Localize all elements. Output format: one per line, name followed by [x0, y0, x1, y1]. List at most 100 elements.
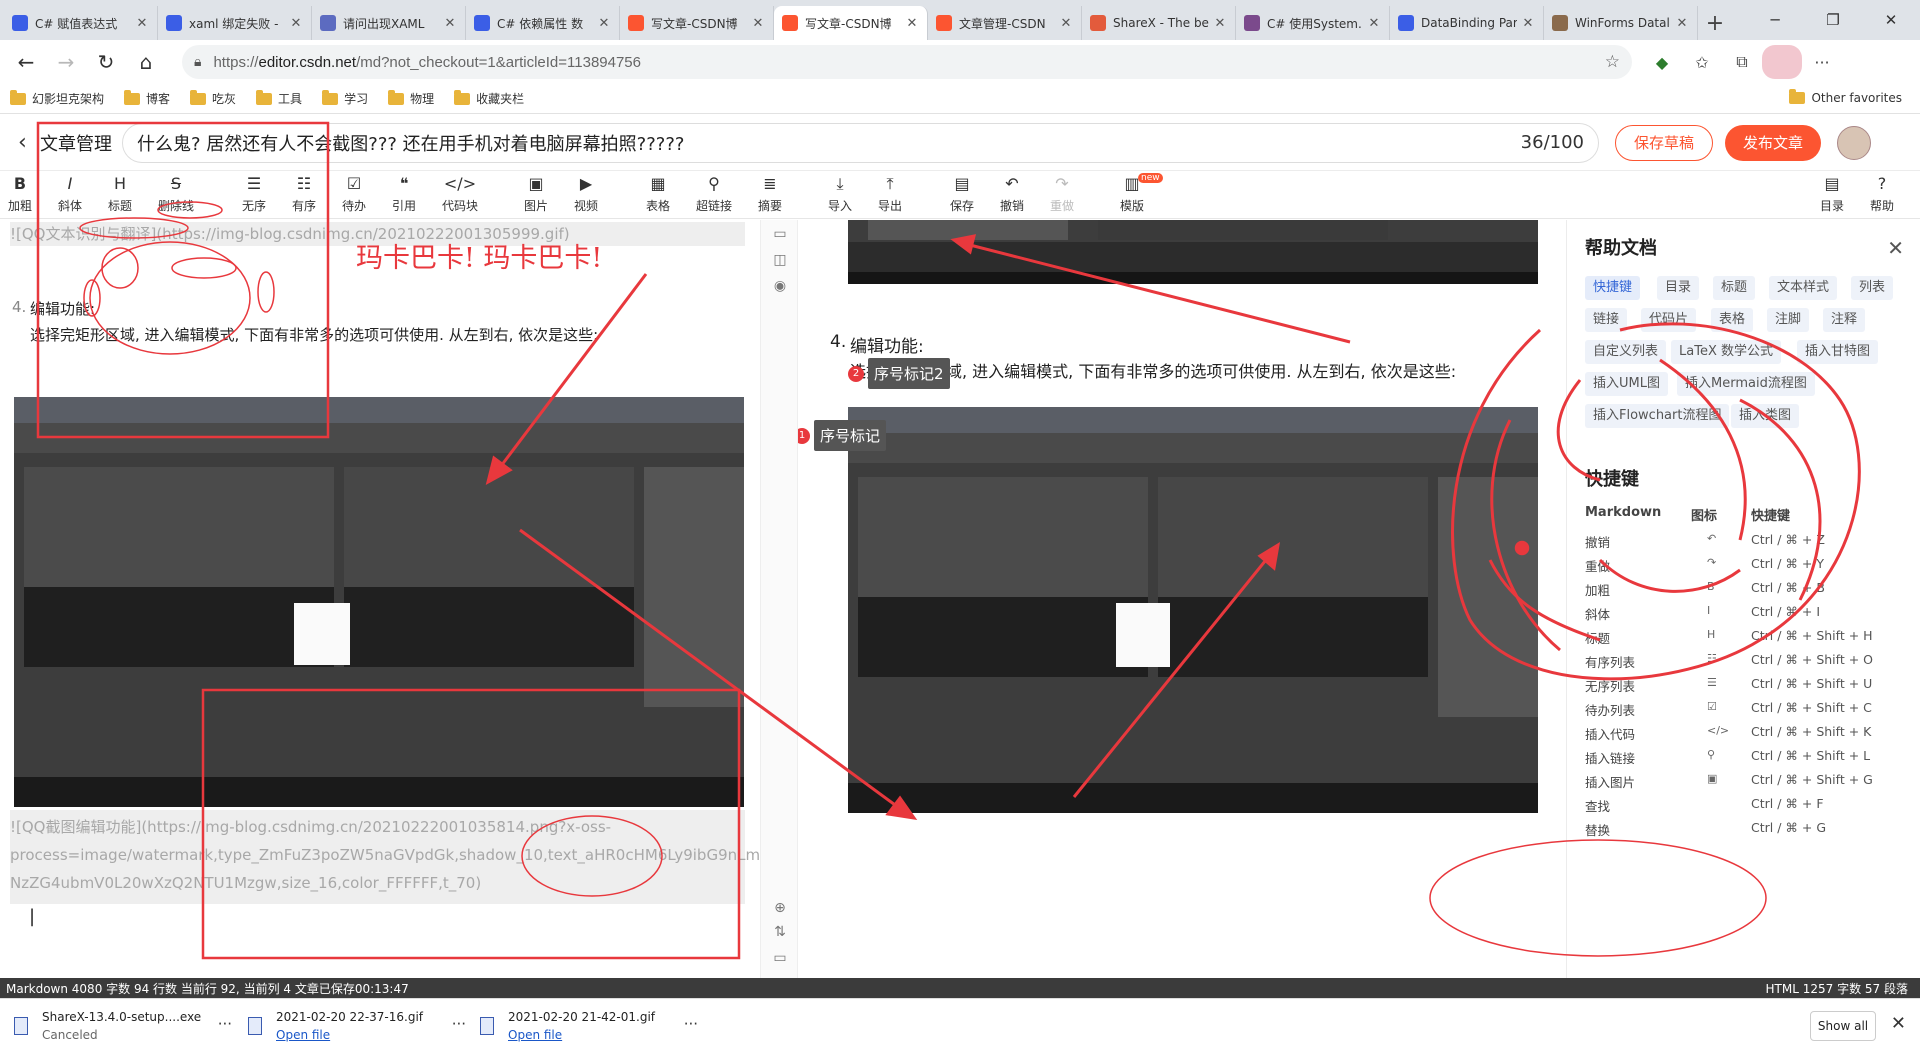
other-favorites[interactable]: Other favorites: [1789, 89, 1902, 105]
redo-button[interactable]: ↷ 重做: [1038, 173, 1086, 214]
code-block-button[interactable]: </> 代码块: [436, 173, 484, 214]
close-tab-icon[interactable]: ✕: [905, 16, 919, 31]
help-chip[interactable]: 链接: [1585, 308, 1628, 332]
close-window-icon[interactable]: ✕: [1862, 0, 1920, 40]
open-file-link[interactable]: Open file: [508, 1028, 562, 1042]
new-tab-button[interactable]: +: [1698, 6, 1732, 40]
quote-button[interactable]: ❝ 引用: [380, 173, 428, 214]
collections-icon[interactable]: ⧉: [1722, 45, 1762, 79]
bookmark-folder[interactable]: 学习: [322, 89, 368, 107]
table-button[interactable]: ▦ 表格: [634, 173, 682, 214]
bookmark-folder[interactable]: 幻影坦克架构: [10, 89, 104, 107]
browser-tab[interactable]: ShareX - The be ✕: [1082, 6, 1236, 40]
ordered-list-button[interactable]: ☷ 有序: [280, 173, 328, 214]
import-button[interactable]: ⤓ 导入: [816, 173, 864, 214]
profile-avatar[interactable]: [1762, 45, 1802, 79]
forward-arrow-icon[interactable]: →: [48, 44, 84, 80]
close-download-bar-icon[interactable]: ✕: [1891, 1013, 1906, 1034]
heading-button[interactable]: H 标题: [96, 173, 144, 214]
italic-button[interactable]: I 斜体: [46, 173, 94, 214]
reload-icon[interactable]: ↻: [88, 44, 124, 80]
close-tab-icon[interactable]: ✕: [1675, 16, 1689, 31]
unordered-list-button[interactable]: ☰ 无序: [230, 173, 278, 214]
help-chip[interactable]: 注释: [1823, 308, 1866, 332]
close-tab-icon[interactable]: ✕: [1059, 16, 1073, 31]
open-file-link[interactable]: Open file: [276, 1028, 330, 1042]
close-tab-icon[interactable]: ✕: [1367, 16, 1381, 31]
browser-tab[interactable]: xaml 绑定失败 - ✕: [158, 6, 312, 40]
template-button[interactable]: ▥ 模版 new: [1108, 173, 1163, 214]
save-draft-button[interactable]: 保存草稿: [1615, 124, 1713, 161]
help-chip[interactable]: 自定义列表: [1585, 340, 1667, 364]
help-chip[interactable]: 快捷键: [1585, 276, 1641, 300]
menu-dots-icon[interactable]: ···: [1802, 45, 1842, 79]
browser-tab[interactable]: 写文章-CSDN博 ✕: [620, 6, 774, 40]
export-button[interactable]: ⤒ 导出: [866, 173, 914, 214]
favorites-icon[interactable]: ✩: [1682, 45, 1722, 79]
more-options-icon[interactable]: ···: [452, 1015, 466, 1033]
minimize-icon[interactable]: ─: [1746, 0, 1804, 40]
close-tab-icon[interactable]: ✕: [1213, 16, 1227, 31]
download-item[interactable]: 2021-02-20 21-42-01.gif Open file ···: [480, 1007, 698, 1047]
bold-button[interactable]: B 加粗: [0, 173, 44, 214]
undo-button[interactable]: ↶ 撤销: [988, 173, 1036, 214]
markdown-editor[interactable]: ![QQ文本识别与翻译](https://img-blog.csdnimg.cn…: [0, 220, 760, 978]
url-input[interactable]: 🔒︎ https://editor.csdn.net/md?not_checko…: [182, 45, 1632, 79]
home-icon[interactable]: ⌂: [128, 44, 164, 80]
browser-tab[interactable]: 请问出现XAML ✕: [312, 6, 466, 40]
preview-mode-icon[interactable]: ▭: [772, 226, 788, 242]
strikethrough-button[interactable]: S 删除线: [152, 173, 200, 214]
back-chevron-icon[interactable]: ‹: [18, 130, 38, 155]
help-chip[interactable]: 文本样式: [1769, 276, 1838, 300]
browser-tab-active[interactable]: 写文章-CSDN博 ✕: [774, 6, 928, 40]
help-chip[interactable]: 插入类图: [1731, 404, 1800, 428]
bookmark-folder[interactable]: 物理: [388, 89, 434, 107]
eye-icon[interactable]: ◉: [772, 278, 788, 294]
more-options-icon[interactable]: ···: [218, 1015, 232, 1033]
download-item[interactable]: ShareX-13.4.0-setup....exe Canceled ···: [14, 1007, 232, 1047]
show-all-button[interactable]: Show all: [1810, 1011, 1876, 1041]
help-chip[interactable]: 插入甘特图: [1797, 340, 1879, 364]
browser-tab[interactable]: DataBinding Par ✕: [1390, 6, 1544, 40]
todo-button[interactable]: ☑ 待办: [330, 173, 378, 214]
help-chip[interactable]: LaTeX 数学公式: [1671, 340, 1781, 364]
help-chip[interactable]: 注脚: [1767, 308, 1810, 332]
sync-scroll-icon[interactable]: ⇅: [772, 924, 788, 940]
close-tab-icon[interactable]: ✕: [443, 16, 457, 31]
close-tab-icon[interactable]: ✕: [1521, 16, 1535, 31]
close-help-icon[interactable]: ✕: [1887, 236, 1904, 260]
help-chip[interactable]: 插入UML图: [1585, 372, 1668, 396]
publish-button[interactable]: 发布文章: [1725, 124, 1821, 161]
bookmark-folder[interactable]: 工具: [256, 89, 302, 107]
bookmark-folder[interactable]: 收藏夹栏: [454, 89, 524, 107]
lock-icon[interactable]: 🔒︎: [194, 54, 201, 70]
close-tab-icon[interactable]: ✕: [597, 16, 611, 31]
help-chip[interactable]: 代码片: [1641, 308, 1697, 332]
toc-button[interactable]: ▤ 目录: [1808, 173, 1856, 214]
help-chip[interactable]: 表格: [1711, 308, 1754, 332]
summary-button[interactable]: ≣ 摘要: [746, 173, 794, 214]
back-arrow-icon[interactable]: ←: [8, 44, 44, 80]
split-view-icon[interactable]: ◫: [772, 252, 788, 268]
restore-icon[interactable]: ❐: [1804, 0, 1862, 40]
video-button[interactable]: ▶ 视频: [562, 173, 610, 214]
close-tab-icon[interactable]: ✕: [289, 16, 303, 31]
close-tab-icon[interactable]: ✕: [751, 16, 765, 31]
download-item[interactable]: 2021-02-20 22-37-16.gif Open file ···: [248, 1007, 466, 1047]
more-options-icon[interactable]: ···: [684, 1015, 698, 1033]
help-chip[interactable]: 插入Mermaid流程图: [1677, 372, 1815, 396]
help-chip[interactable]: 标题: [1713, 276, 1756, 300]
close-tab-icon[interactable]: ✕: [135, 16, 149, 31]
bookmark-folder[interactable]: 吃灰: [190, 89, 236, 107]
article-manage-link[interactable]: 文章管理: [40, 130, 112, 156]
save-button[interactable]: ▤ 保存: [938, 173, 986, 214]
browser-tab[interactable]: WinForms Datal ✕: [1544, 6, 1698, 40]
browser-tab[interactable]: C# 赋值表达式 ✕: [4, 6, 158, 40]
browser-tab[interactable]: C# 依赖属性 数 ✕: [466, 6, 620, 40]
browser-tab[interactable]: C# 使用System. ✕: [1236, 6, 1390, 40]
help-chip[interactable]: 列表: [1851, 276, 1894, 300]
help-chip[interactable]: 插入Flowchart流程图: [1585, 404, 1730, 428]
favorite-star-icon[interactable]: ☆: [1605, 52, 1620, 72]
user-avatar[interactable]: [1837, 125, 1871, 160]
help-chip[interactable]: 目录: [1657, 276, 1700, 300]
